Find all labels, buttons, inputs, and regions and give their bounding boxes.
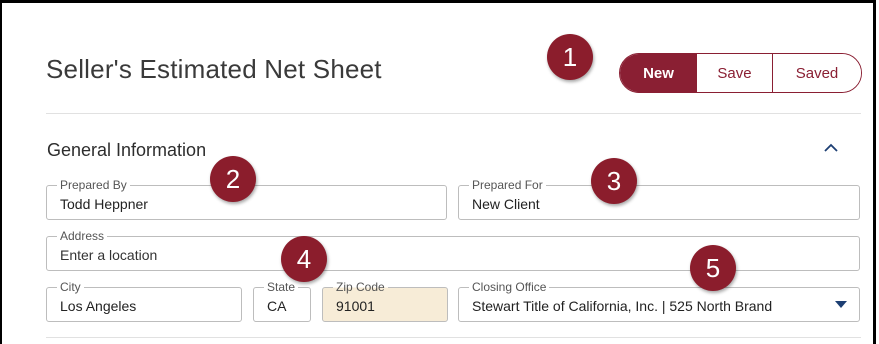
app-window: Seller's Estimated Net Sheet New Save Sa…	[0, 0, 876, 344]
state-label: State	[264, 281, 299, 294]
state-value: CA	[267, 298, 287, 314]
zip-code-label: Zip Code	[333, 281, 388, 294]
address-field[interactable]: Address Enter a location	[46, 230, 860, 271]
state-field[interactable]: State CA	[253, 281, 311, 322]
dropdown-caret-icon[interactable]	[835, 301, 847, 308]
zip-code-value: 91001	[336, 298, 375, 314]
closing-office-label: Closing Office	[469, 281, 550, 294]
header-divider	[46, 113, 861, 114]
closing-office-value: Stewart Title of California, Inc. | 525 …	[472, 298, 773, 314]
callout-badge-2: 2	[210, 156, 256, 202]
section-divider	[46, 337, 861, 338]
action-button-group: New Save Saved	[619, 53, 862, 93]
callout-badge-4: 4	[281, 236, 327, 282]
save-button[interactable]: Save	[697, 54, 773, 92]
address-placeholder: Enter a location	[60, 247, 158, 263]
page-title: Seller's Estimated Net Sheet	[46, 54, 382, 84]
prepared-by-value: Todd Heppner	[60, 196, 148, 212]
prepared-by-label: Prepared By	[57, 179, 130, 192]
callout-badge-3: 3	[591, 158, 637, 204]
zip-code-field[interactable]: Zip Code 91001	[322, 281, 448, 322]
callout-badge-5: 5	[690, 245, 736, 291]
city-value: Los Angeles	[60, 298, 137, 314]
callout-badge-1: 1	[547, 34, 593, 80]
prepared-for-label: Prepared For	[469, 179, 546, 192]
closing-office-select[interactable]: Closing Office Stewart Title of Californ…	[458, 281, 860, 322]
new-button[interactable]: New	[620, 54, 697, 92]
section-title: General Information	[47, 140, 207, 160]
saved-button[interactable]: Saved	[773, 54, 861, 92]
address-label: Address	[57, 230, 108, 243]
city-field[interactable]: City Los Angeles	[46, 281, 242, 322]
city-label: City	[57, 281, 84, 294]
chevron-up-icon[interactable]	[823, 139, 839, 155]
prepared-for-field[interactable]: Prepared For New Client	[458, 179, 860, 220]
prepared-for-value: New Client	[472, 196, 540, 212]
